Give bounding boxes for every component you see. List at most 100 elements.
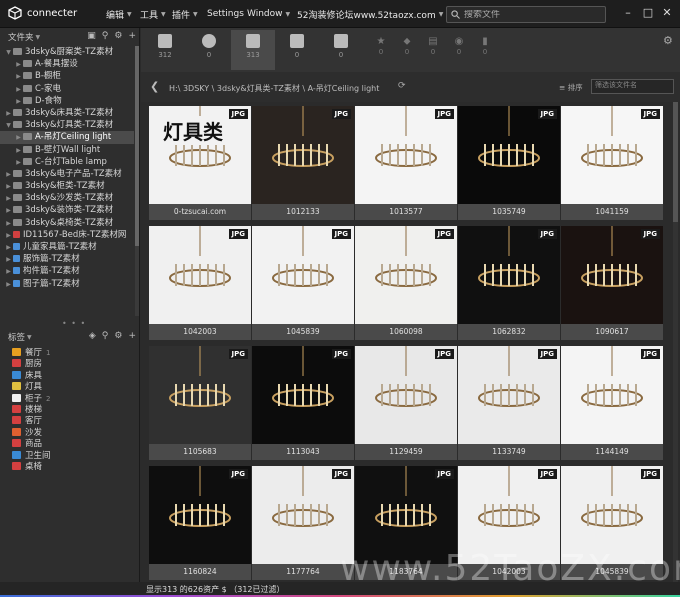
filter-circle[interactable]: 0	[187, 30, 231, 70]
folder-item[interactable]: ▶ A-吊灯Ceiling light	[0, 131, 134, 144]
add-icon[interactable]: +	[128, 331, 136, 341]
tag-item[interactable]: 灯具	[0, 382, 134, 393]
search-input[interactable]	[464, 9, 594, 20]
folder-item[interactable]: ▶ C-家电	[0, 83, 134, 95]
folder-item[interactable]: ▼ 3dsky&厨案类-TZ素材	[0, 46, 134, 58]
asset-thumbnail[interactable]	[252, 346, 354, 444]
folder-item[interactable]: ▶ 图子篇-TZ素材	[0, 278, 134, 290]
settings-icon[interactable]: ⚙	[114, 331, 122, 341]
menu-2[interactable]: 插件 ▼	[172, 0, 198, 28]
asset-card[interactable]: JPG 1045839	[252, 226, 354, 340]
tag-item[interactable]: 柜子 2	[0, 393, 134, 405]
asset-card[interactable]: JPG 1105683	[149, 346, 251, 460]
asset-thumbnail[interactable]	[458, 466, 560, 564]
asset-thumbnail[interactable]	[458, 346, 560, 444]
asset-thumbnail[interactable]	[355, 106, 457, 204]
tag-item[interactable]: 卫生间	[0, 450, 134, 462]
asset-card[interactable]: JPG 1042003	[458, 466, 560, 580]
folder-item[interactable]: ▶ 3dsky&电子产品-TZ素材	[0, 168, 134, 180]
asset-thumbnail[interactable]	[252, 226, 354, 324]
asset-thumbnail[interactable]	[149, 226, 251, 324]
menu-1[interactable]: 工具 ▼	[140, 0, 166, 28]
grid-scrollbar[interactable]	[673, 102, 678, 582]
chevron-right-icon[interactable]: ▶	[4, 279, 13, 291]
asset-thumbnail[interactable]: 灯具类	[149, 106, 251, 204]
folder-item[interactable]: ▶ B-橱柜	[0, 70, 134, 82]
folder-item[interactable]: ▼ 3dsky&灯具类-TZ素材	[0, 119, 134, 131]
asset-card[interactable]: JPG 1060098	[355, 226, 457, 340]
asset-card[interactable]: JPG 1045839	[561, 466, 663, 580]
folder-item[interactable]: ▶ A-餐具摆设	[0, 58, 134, 70]
filter-grid[interactable]: ▤ 0	[421, 36, 445, 56]
asset-thumbnail[interactable]	[252, 106, 354, 204]
asset-thumbnail[interactable]	[355, 466, 457, 564]
filter-camera[interactable]: ◉ 0	[447, 36, 471, 56]
sort-button[interactable]: ≡ 排序	[559, 82, 583, 93]
asset-card[interactable]: JPG 1062832	[458, 226, 560, 340]
maximize-button[interactable]: □	[640, 5, 656, 21]
filter-input[interactable]	[595, 81, 671, 89]
asset-card[interactable]: JPG 1090617	[561, 226, 663, 340]
asset-card[interactable]: JPG 1183764	[355, 466, 457, 580]
folder-item[interactable]: ▶ 3dsky&沙发类-TZ素材	[0, 192, 134, 204]
folder-item[interactable]: ▶ B-壁灯Wall light	[0, 144, 134, 156]
folder-item[interactable]: ▶ 3dsky&柜类-TZ素材	[0, 180, 134, 192]
filter-image[interactable]: 313	[231, 30, 275, 70]
tag-item[interactable]: 沙发	[0, 427, 134, 439]
filter-3d-box[interactable]: 312	[143, 30, 187, 70]
folder-item[interactable]: ▶ D-食物	[0, 95, 134, 107]
tag-item[interactable]: 桌椅	[0, 461, 134, 473]
asset-thumbnail[interactable]	[355, 346, 457, 444]
close-button[interactable]: ✕	[659, 5, 675, 21]
asset-card[interactable]: JPG 1035749	[458, 106, 560, 220]
asset-thumbnail[interactable]	[252, 466, 354, 564]
asset-card[interactable]: JPG 1177764	[252, 466, 354, 580]
refresh-icon[interactable]: ⟳	[398, 81, 406, 91]
search-icon[interactable]: ⚲	[102, 331, 109, 341]
folder-item[interactable]: ▶ 儿童家具篇-TZ素材	[0, 241, 134, 253]
filter-star[interactable]: ★ 0	[369, 36, 393, 56]
asset-card[interactable]: JPG 1133749	[458, 346, 560, 460]
breadcrumb[interactable]: H:\ 3DSKY \ 3dsky&灯具类-TZ素材 \ A-吊灯Ceiling…	[169, 83, 379, 94]
tag-item[interactable]: 床具	[0, 370, 134, 382]
folder-item[interactable]: ▶ 服饰篇-TZ素材	[0, 253, 134, 265]
menu-3[interactable]: Settings	[207, 0, 244, 28]
folder-add-icon[interactable]: ▣	[87, 31, 96, 41]
filter-tag[interactable]: ⬥ 0	[395, 36, 419, 56]
tag-item[interactable]: 餐厅 1	[0, 348, 134, 359]
asset-card[interactable]: JPG 1041159	[561, 106, 663, 220]
asset-thumbnail[interactable]	[561, 346, 663, 444]
filter-document[interactable]: 0	[319, 30, 363, 70]
settings-icon[interactable]: ⚙	[663, 34, 673, 47]
asset-card[interactable]: JPG 1113043	[252, 346, 354, 460]
folder-item[interactable]: ▶ C-台灯Table lamp	[0, 156, 134, 168]
folder-item[interactable]: ▶ 3dsky&床具类-TZ素材	[0, 107, 134, 119]
asset-thumbnail[interactable]	[458, 106, 560, 204]
filter-film[interactable]: 0	[275, 30, 319, 70]
folder-scrollbar[interactable]	[135, 46, 139, 316]
folder-item[interactable]: ▶ 构件篇-TZ素材	[0, 265, 134, 277]
tag-item[interactable]: 楼梯	[0, 404, 134, 416]
folder-item[interactable]: ▶ 3dsky&装饰类-TZ素材	[0, 204, 134, 216]
menu-4[interactable]: Window ▼	[247, 0, 290, 28]
menu-5[interactable]: 52淘装修论坛www.52taozx.com ▼	[297, 0, 443, 28]
minimize-button[interactable]: –	[620, 5, 636, 21]
menu-0[interactable]: 编辑 ▼	[106, 0, 132, 28]
search-icon[interactable]: ⚲	[102, 31, 109, 41]
asset-card[interactable]: JPG 1160824	[149, 466, 251, 580]
asset-card[interactable]: 灯具类 JPG 0-tzsucai.com	[149, 106, 251, 220]
asset-thumbnail[interactable]	[561, 226, 663, 324]
add-icon[interactable]: +	[128, 31, 136, 41]
tag-item[interactable]: 客厅	[0, 416, 134, 427]
asset-thumbnail[interactable]	[149, 466, 251, 564]
settings-icon[interactable]: ⚙	[114, 31, 122, 41]
asset-card[interactable]: JPG 1012133	[252, 106, 354, 220]
tag-icon[interactable]: ◈	[89, 331, 96, 341]
asset-thumbnail[interactable]	[355, 226, 457, 324]
asset-thumbnail[interactable]	[561, 106, 663, 204]
asset-thumbnail[interactable]	[458, 226, 560, 324]
asset-card[interactable]: JPG 1042003	[149, 226, 251, 340]
asset-thumbnail[interactable]	[561, 466, 663, 564]
filter-field[interactable]	[591, 79, 674, 94]
splitter-handle[interactable]: • • •	[62, 319, 86, 328]
